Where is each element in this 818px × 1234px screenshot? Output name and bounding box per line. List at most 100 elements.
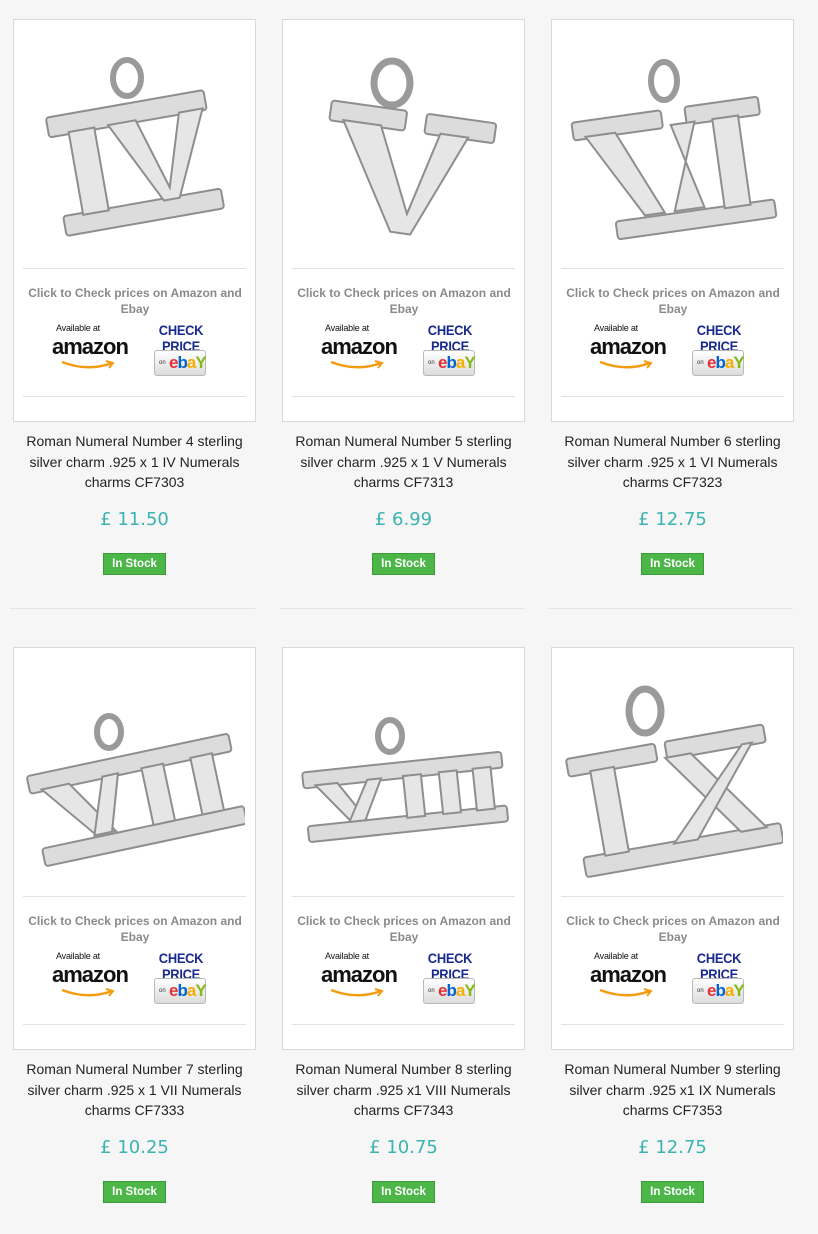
- product-title[interactable]: Roman Numeral Number 7 sterling silver c…: [13, 1059, 256, 1121]
- amazon-smile-icon: [599, 360, 653, 369]
- separator: [292, 1024, 515, 1025]
- product-frame: Click to Check prices on Amazon and Ebay…: [282, 19, 525, 422]
- amazon-available-text: Available at: [56, 951, 100, 961]
- ebay-check-price-badge[interactable]: CHECK PRICE on ebaY: [680, 950, 758, 1004]
- amazon-available-text: Available at: [56, 323, 100, 333]
- amazon-available-text: Available at: [325, 323, 369, 333]
- amazon-badge[interactable]: Available at amazon: [52, 322, 129, 372]
- charm-image: [301, 717, 509, 843]
- amazon-badge[interactable]: Available at amazon: [590, 322, 667, 372]
- amazon-logo: amazon: [321, 334, 398, 359]
- charm-image: [328, 57, 498, 236]
- check-prices-text[interactable]: Click to Check prices on Amazon and Ebay: [560, 285, 786, 317]
- product-price: £ 12.75: [638, 1137, 707, 1158]
- ebay-logo: ebaY: [707, 353, 745, 372]
- amazon-logo: amazon: [321, 962, 398, 987]
- ebay-button[interactable]: on ebaY: [692, 978, 745, 1004]
- check-prices-text[interactable]: Click to Check prices on Amazon and Ebay: [22, 285, 248, 317]
- product-title[interactable]: Roman Numeral Number 8 sterling silver c…: [282, 1059, 525, 1121]
- separator: [23, 1024, 246, 1025]
- ebay-button[interactable]: on ebaY: [692, 350, 745, 376]
- separator: [292, 268, 515, 269]
- check-prices-text[interactable]: Click to Check prices on Amazon and Ebay: [291, 913, 517, 945]
- row-divider: [280, 608, 525, 609]
- check-prices-text[interactable]: Click to Check prices on Amazon and Ebay: [291, 285, 517, 317]
- ebay-logo: ebaY: [707, 981, 745, 1000]
- charm-image: [45, 57, 225, 237]
- amazon-logo: amazon: [52, 962, 129, 987]
- product-price: £ 12.75: [638, 509, 707, 530]
- check-prices-text[interactable]: Click to Check prices on Amazon and Ebay: [22, 913, 248, 945]
- amazon-badge[interactable]: Available at amazon: [590, 950, 667, 1000]
- amazon-logo: amazon: [590, 962, 667, 987]
- product-image[interactable]: [561, 656, 785, 896]
- product-image[interactable]: [23, 28, 247, 268]
- ebay-button[interactable]: on ebaY: [154, 350, 207, 376]
- charm-image: [570, 59, 778, 240]
- amazon-smile-icon: [599, 988, 653, 997]
- separator: [561, 268, 784, 269]
- amazon-smile-icon: [61, 360, 115, 369]
- product-image[interactable]: [23, 656, 247, 896]
- ebay-check-price-badge[interactable]: CHECK PRICE on ebaY: [411, 950, 489, 1004]
- product-frame: Click to Check prices on Amazon and Ebay…: [13, 19, 256, 422]
- stock-badge: In Stock: [372, 553, 435, 575]
- amazon-badge[interactable]: Available at amazon: [321, 322, 398, 372]
- separator: [292, 396, 515, 397]
- ebay-check-price-badge[interactable]: CHECK PRICE on ebaY: [680, 322, 758, 376]
- amazon-logo: amazon: [590, 334, 667, 359]
- row-divider: [10, 608, 255, 609]
- ebay-logo: ebaY: [169, 981, 207, 1000]
- check-prices-text[interactable]: Click to Check prices on Amazon and Ebay: [560, 913, 786, 945]
- ebay-button[interactable]: on ebaY: [423, 978, 476, 1004]
- product-title[interactable]: Roman Numeral Number 5 sterling silver c…: [282, 431, 525, 493]
- separator: [561, 396, 784, 397]
- product-frame: Click to Check prices on Amazon and Ebay…: [551, 19, 794, 422]
- stock-badge: In Stock: [372, 1181, 435, 1203]
- amazon-logo: amazon: [52, 334, 129, 359]
- separator: [561, 896, 784, 897]
- amazon-available-text: Available at: [594, 951, 638, 961]
- product-image[interactable]: [561, 28, 785, 268]
- ebay-check-price-badge[interactable]: CHECK PRICE on ebaY: [142, 322, 220, 376]
- ebay-on-text: on: [428, 360, 435, 366]
- product-image[interactable]: [292, 28, 516, 268]
- product-frame: Click to Check prices on Amazon and Ebay…: [13, 647, 256, 1050]
- separator: [292, 896, 515, 897]
- ebay-check-price-badge[interactable]: CHECK PRICE on ebaY: [411, 322, 489, 376]
- charm-image: [26, 713, 245, 867]
- ebay-button[interactable]: on ebaY: [423, 350, 476, 376]
- product-frame: Click to Check prices on Amazon and Ebay…: [551, 647, 794, 1050]
- product-frame: Click to Check prices on Amazon and Ebay…: [282, 647, 525, 1050]
- product-price: £ 10.25: [100, 1137, 169, 1158]
- stock-badge: In Stock: [641, 553, 704, 575]
- ebay-on-text: on: [159, 988, 166, 994]
- separator: [23, 896, 246, 897]
- amazon-available-text: Available at: [325, 951, 369, 961]
- amazon-smile-icon: [330, 360, 384, 369]
- stock-badge: In Stock: [103, 1181, 166, 1203]
- product-title[interactable]: Roman Numeral Number 9 sterling silver c…: [551, 1059, 794, 1121]
- amazon-badge[interactable]: Available at amazon: [52, 950, 129, 1000]
- row-divider: [548, 608, 793, 609]
- product-title[interactable]: Roman Numeral Number 4 sterling silver c…: [13, 431, 256, 493]
- product-price: £ 6.99: [374, 509, 433, 530]
- stock-badge: In Stock: [641, 1181, 704, 1203]
- stock-badge: In Stock: [103, 553, 166, 575]
- product-price: £ 11.50: [100, 509, 169, 530]
- ebay-check-price-badge[interactable]: CHECK PRICE on ebaY: [142, 950, 220, 1004]
- ebay-logo: ebaY: [169, 353, 207, 372]
- ebay-button[interactable]: on ebaY: [154, 978, 207, 1004]
- amazon-smile-icon: [330, 988, 384, 997]
- product-title[interactable]: Roman Numeral Number 6 sterling silver c…: [551, 431, 794, 493]
- separator: [23, 268, 246, 269]
- ebay-on-text: on: [697, 988, 704, 994]
- product-price: £ 10.75: [369, 1137, 438, 1158]
- amazon-badge[interactable]: Available at amazon: [321, 950, 398, 1000]
- ebay-on-text: on: [428, 988, 435, 994]
- amazon-available-text: Available at: [594, 323, 638, 333]
- ebay-logo: ebaY: [438, 353, 476, 372]
- ebay-on-text: on: [159, 360, 166, 366]
- product-image[interactable]: [292, 656, 516, 896]
- charm-image: [565, 685, 783, 878]
